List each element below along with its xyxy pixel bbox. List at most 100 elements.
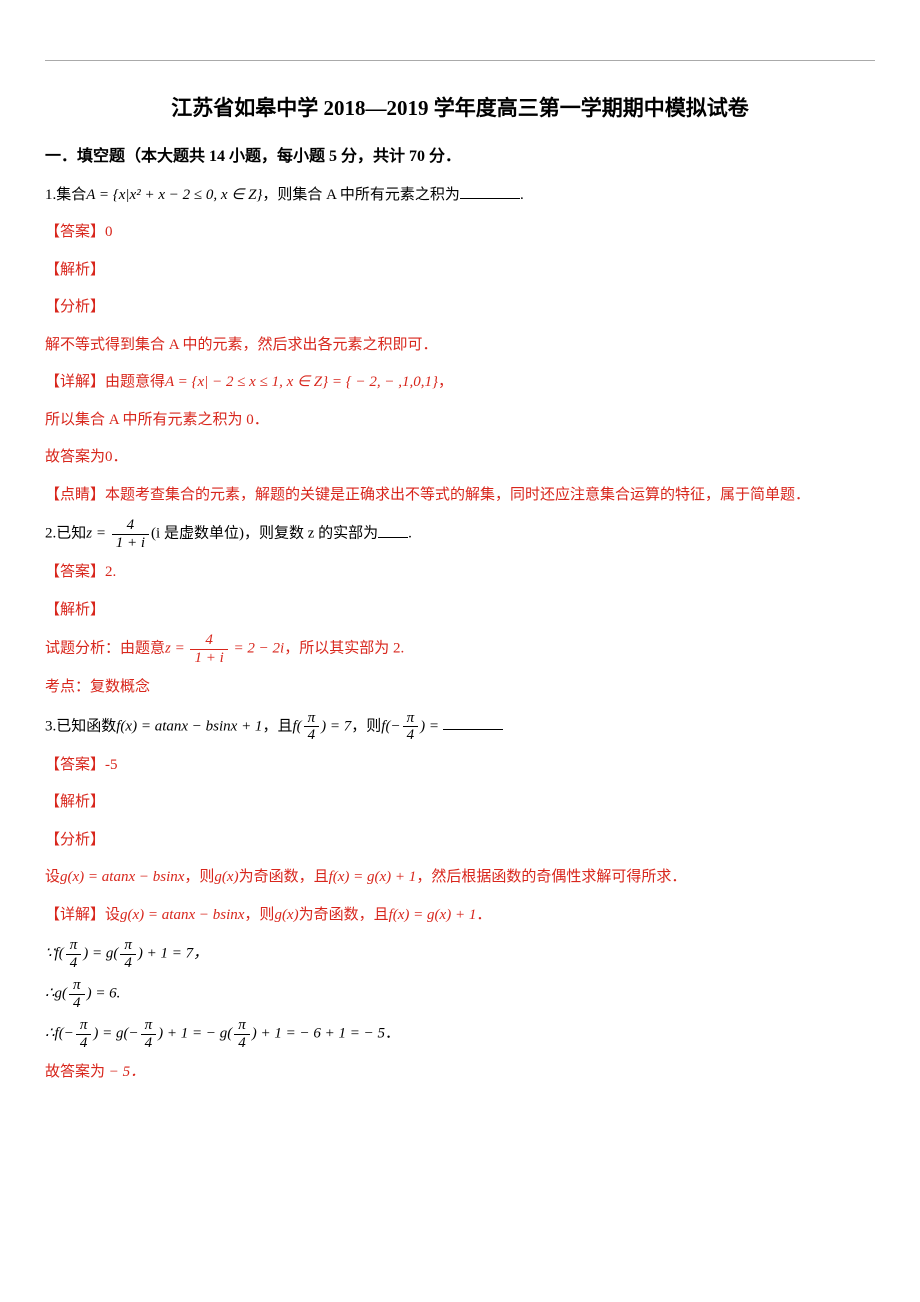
answer-label: 【答案】 [45, 564, 105, 580]
q2-frac-num: 4 [112, 517, 149, 535]
paren: (− [59, 1026, 74, 1042]
detail-label: 【详解】 [45, 374, 105, 390]
q1-final: 故答案为0． [45, 442, 875, 474]
paren: ( [62, 986, 67, 1002]
d: 4 [120, 955, 136, 972]
q1-analyze-label: 【分析】 [45, 292, 875, 324]
q2-explain-label: 【解析】 [45, 595, 875, 627]
eq7: = 7 [326, 718, 351, 734]
q1-stem: 1.集合A = {x|x² + x − 2 ≤ 0, x ∈ Z}，则集合 A … [45, 180, 875, 212]
period: ． [385, 1026, 400, 1042]
q1-number: 1. [45, 187, 56, 203]
q2-z: z = [86, 526, 106, 542]
q2-frac2: 4 1 + i [190, 632, 227, 666]
d: 4 [141, 1035, 157, 1052]
q1-final-val: 0． [105, 449, 128, 465]
d: 4 [76, 1035, 92, 1052]
q1-analysis: 解不等式得到集合 A 中的元素，然后求出各元素之积即可． [45, 330, 875, 362]
pi-den2: 4 [403, 727, 419, 744]
q3-line3: ∴f(−π4) = g(−π4) + 1 = − g(π4) + 1 = − 6… [45, 1017, 875, 1051]
pi4: π4 [66, 937, 82, 971]
q2-stem: 2.已知z = 4 1 + i (i 是虚数单位)，则复数 z 的实部为. [45, 517, 875, 551]
q2-frac2-den: 1 + i [190, 650, 227, 667]
q3-gx: g(x) = atanx − bsinx [60, 869, 184, 885]
pi4c: π4 [69, 977, 85, 1011]
therefore-f: ∴f [45, 1026, 59, 1042]
q1-answer-val: 0 [105, 224, 113, 240]
q3-final: 故答案为 − 5． [45, 1057, 875, 1089]
paren: ( [59, 946, 64, 962]
q2-text-a: 已知 [56, 526, 86, 542]
q3-stem: 3.已知函数f(x) = atanx − bsinx + 1，且f(π4) = … [45, 710, 875, 744]
n: π [69, 977, 85, 995]
q2-topic: 考点：复数概念 [45, 672, 875, 704]
q3-analysis: 设g(x) = atanx − bsinx，则g(x)为奇函数，且f(x) = … [45, 862, 875, 894]
pi4b: π4 [120, 937, 136, 971]
q3-answer: 【答案】-5 [45, 750, 875, 782]
answer-label: 【答案】 [45, 224, 105, 240]
pi4-frac2: π4 [403, 710, 419, 744]
detail-label: 【详解】 [45, 907, 105, 923]
pi-num2: π [403, 710, 419, 728]
q1-comment-text: 本题考查集合的元素，解题的关键是正确求出不等式的解集，同时还应注意集合运算的特征… [105, 487, 810, 503]
plus1-7: + 1 = 7， [143, 946, 208, 962]
plus1-negg: + 1 = − g [163, 1026, 227, 1042]
q2-text-b: (i 是虚数单位)，则复数 z 的实部为 [151, 526, 378, 542]
q1-explain-label: 【解析】 [45, 255, 875, 287]
eq-g2: = g [98, 1026, 123, 1042]
pi-num: π [304, 710, 320, 728]
q1-detail: 【详解】由题意得A = {x| − 2 ≤ x ≤ 1, x ∈ Z} = { … [45, 367, 875, 399]
blank [460, 198, 520, 199]
n: π [141, 1017, 157, 1035]
n: π [66, 937, 82, 955]
q3-fxgx: f(x) = g(x) + 1 [329, 869, 417, 885]
n: π [234, 1017, 250, 1035]
q3-an-a: 设 [45, 869, 60, 885]
eq-g: = g [88, 946, 113, 962]
q3-detail: 【详解】设g(x) = atanx − bsinx，则g(x)为奇函数，且f(x… [45, 900, 875, 932]
q3-gx-odd2: g(x) [274, 907, 298, 923]
paren: (− [123, 1026, 138, 1042]
q3-an-b: ，则 [184, 869, 214, 885]
q3-gx2: g(x) = atanx − bsinx [120, 907, 244, 923]
paren-l: ( [297, 718, 302, 734]
q1-answer: 【答案】0 [45, 217, 875, 249]
blank [443, 729, 503, 730]
pi4-frac: π4 [304, 710, 320, 744]
q3-number: 3. [45, 718, 56, 734]
q3-line2: ∴g(π4) = 6. [45, 977, 875, 1011]
q3-fxgx2: f(x) = g(x) + 1 [389, 907, 477, 923]
n: π [120, 937, 136, 955]
q1-detail-suffix: ， [438, 374, 453, 390]
q2-answer: 【答案】2. [45, 557, 875, 589]
q3-gx-odd: g(x) [214, 869, 238, 885]
q3-text-b: ，且 [262, 718, 292, 734]
pi4d: π4 [76, 1017, 92, 1051]
comment-label: 【点睛】 [45, 487, 105, 503]
section-heading: 一．填空题（本大题共 14 小题，每小题 5 分，共计 70 分． [45, 140, 875, 174]
q3-an-d: ，然后根据函数的奇偶性求解可得所求． [416, 869, 686, 885]
eq6: = 6. [92, 986, 121, 1002]
q3-text-a: 已知函数 [56, 718, 116, 734]
d: 4 [69, 995, 85, 1012]
q3-text-c: ，则 [351, 718, 381, 734]
q2-z2: z = [165, 641, 185, 657]
d: 4 [66, 955, 82, 972]
q3-an-c: 为奇函数，且 [239, 869, 329, 885]
q3-fx: f(x) = atanx − bsinx + 1 [116, 718, 262, 734]
paren-l2: (− [385, 718, 400, 734]
q2-topic-val: 复数概念 [90, 679, 150, 695]
top-rule [45, 60, 875, 61]
eq-final: + 1 = − 6 + 1 = − 5 [257, 1026, 385, 1042]
q2-frac-den: 1 + i [112, 535, 149, 552]
therefore-icon: ∴g [45, 986, 62, 1002]
pi4e: π4 [141, 1017, 157, 1051]
q1-comment: 【点睛】本题考查集合的元素，解题的关键是正确求出不等式的解集，同时还应注意集合运… [45, 480, 875, 512]
answer-label: 【答案】 [45, 757, 105, 773]
because-icon: ∵ [45, 946, 55, 962]
topic-label: 考点： [45, 679, 90, 695]
q2-analysis-expr: = 2 − 2i [234, 641, 285, 657]
q3-analyze-label: 【分析】 [45, 825, 875, 857]
q1-detail-a: 由题意得 [105, 374, 165, 390]
q3-det-c: 为奇函数，且 [299, 907, 389, 923]
